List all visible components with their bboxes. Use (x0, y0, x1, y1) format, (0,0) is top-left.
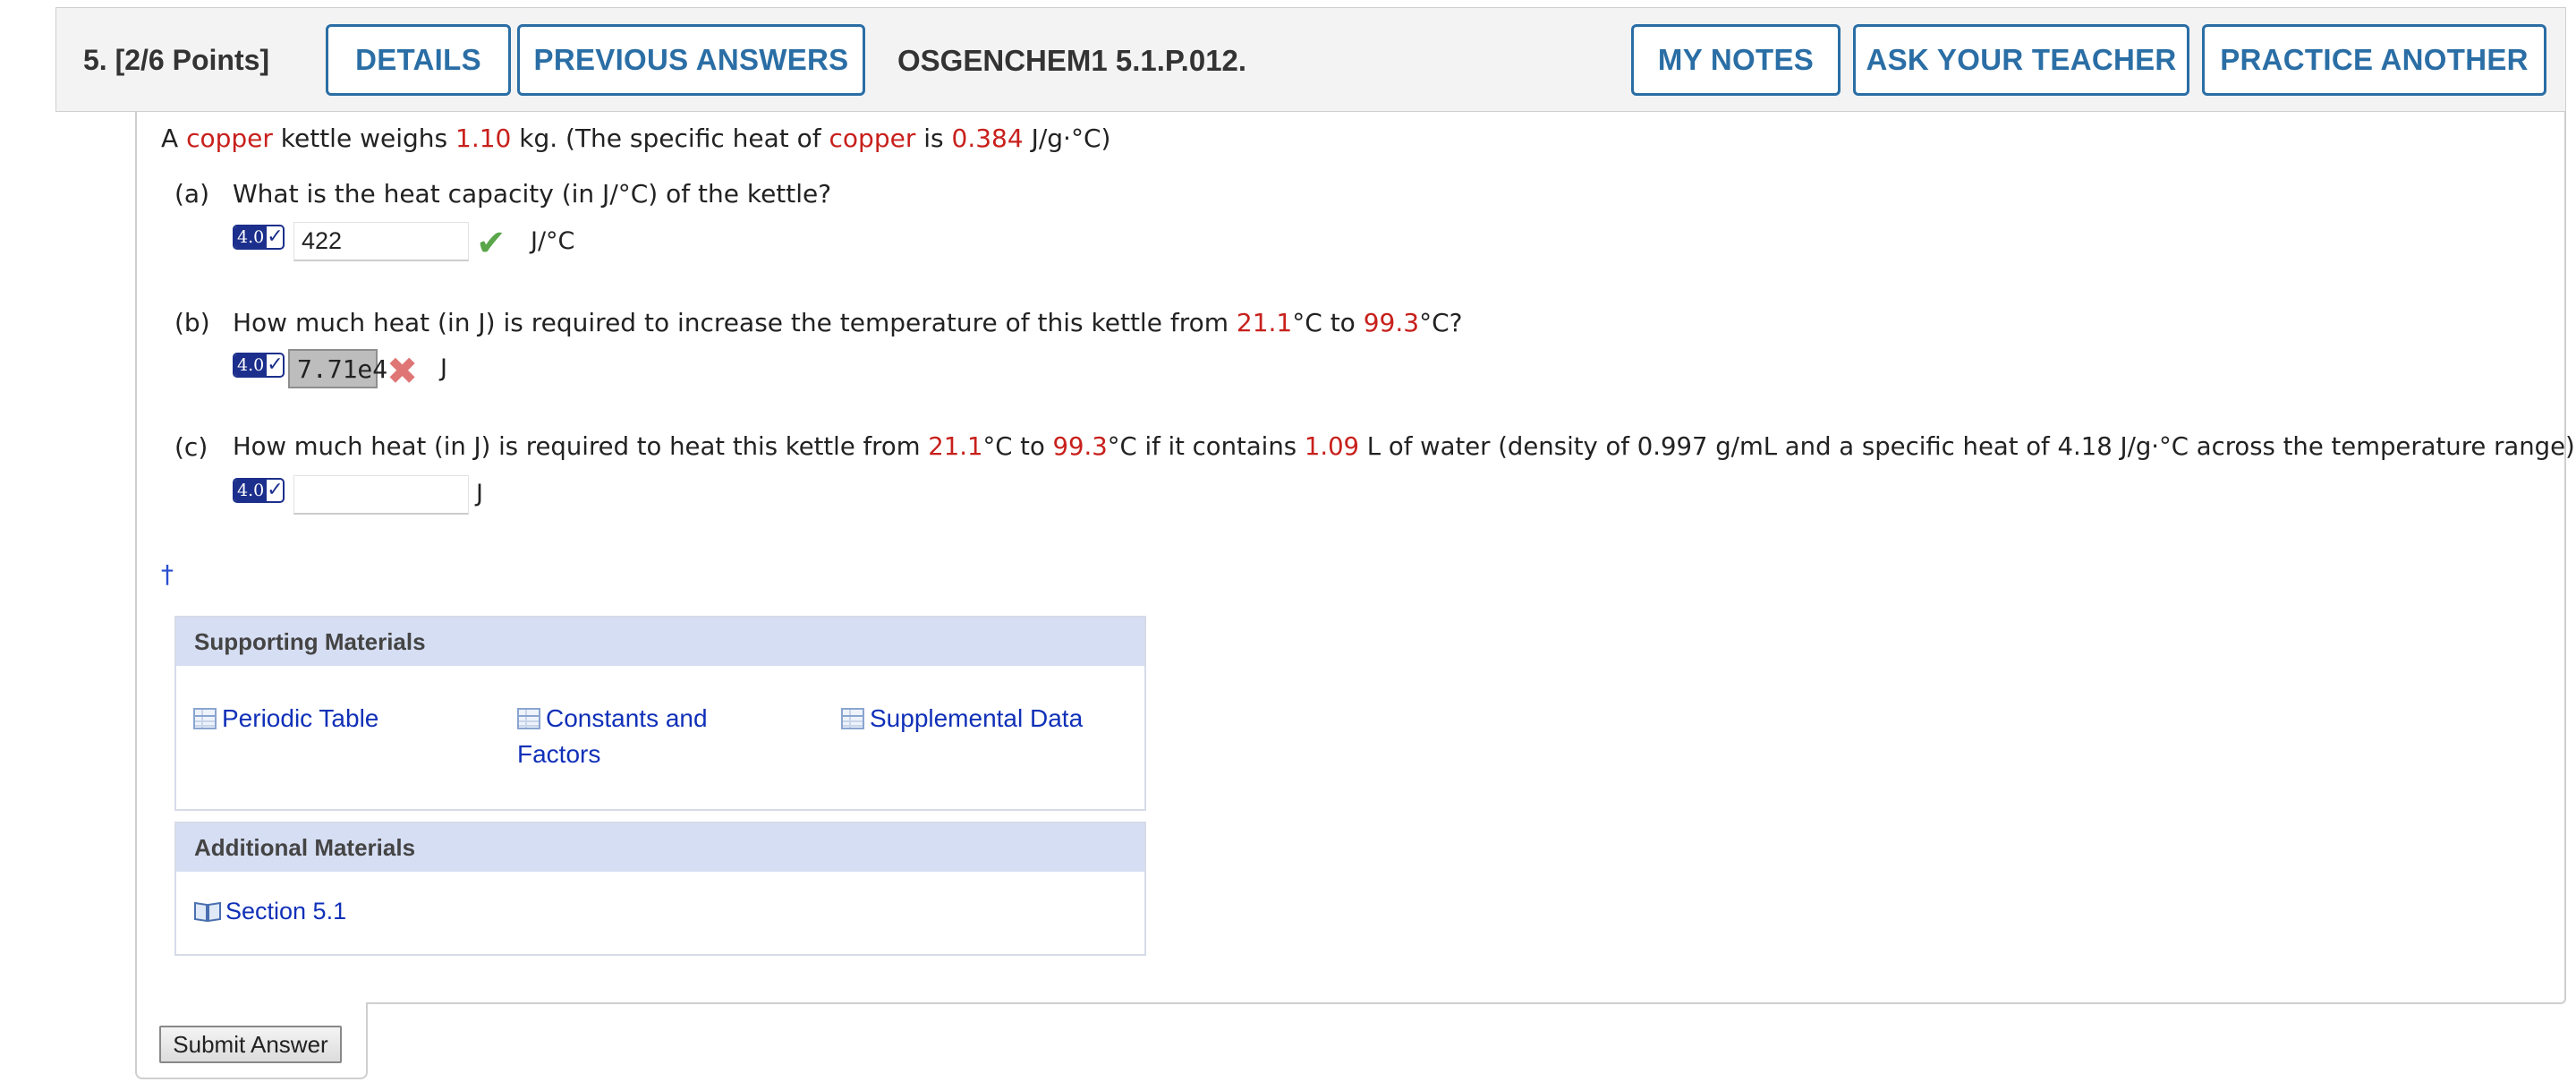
version-number: 4.0 (234, 226, 268, 248)
end-temperature: 99.3 (1052, 432, 1108, 461)
part-b-question: How much heat (in J) is required to incr… (233, 308, 1462, 337)
part-b-unit: J (440, 354, 447, 382)
metal-name: copper (186, 124, 273, 153)
question-code: OSGENCHEM1 5.1.P.012. (897, 44, 1247, 77)
question-text: How much heat (in J) is required to heat… (233, 432, 929, 461)
part-c-question: How much heat (in J) is required to heat… (233, 432, 2576, 461)
correct-check-icon: ✔ (476, 223, 506, 264)
supporting-materials-title: Supporting Materials (176, 618, 1144, 666)
part-c-label: (c) (174, 432, 208, 462)
version-badge: 4.0 ✓ (233, 478, 285, 503)
details-button[interactable]: DETAILS (326, 24, 511, 96)
checkmark-icon: ✓ (267, 479, 284, 501)
constants-and-factors-link[interactable]: Constants and Factors (517, 701, 708, 772)
part-b-label: (b) (174, 308, 210, 337)
ask-your-teacher-button[interactable]: ASK YOUR TEACHER (1853, 24, 2189, 96)
question-number: 5. (83, 44, 107, 76)
intro-text: J/g·°C) (1023, 124, 1111, 153)
checkmark-icon: ✓ (267, 226, 284, 248)
question-points: [2/6 Points] (115, 44, 270, 76)
part-a-question: What is the heat capacity (in J/°C) of t… (233, 179, 832, 209)
part-a-unit: J/°C (531, 227, 575, 255)
part-a-answer-input[interactable]: 422 (293, 222, 469, 261)
intro-text: is (915, 124, 952, 153)
specific-heat-value: 0.384 (951, 124, 1024, 153)
part-a-label: (a) (174, 179, 210, 209)
dagger-footnote-link[interactable]: † (161, 559, 174, 589)
supplemental-data-link[interactable]: Supplemental Data (841, 701, 1083, 737)
question-header: 5. [2/6 Points] DETAILS PREVIOUS ANSWERS… (55, 7, 2566, 112)
part-c-unit: J (476, 480, 483, 507)
end-temperature: 99.3 (1363, 308, 1420, 337)
start-temperature: 21.1 (928, 432, 983, 461)
checkmark-icon: ✓ (267, 354, 284, 376)
part-c-answer-input[interactable] (293, 475, 469, 515)
incorrect-x-icon: ✖ (387, 349, 419, 393)
question-text: °C if it contains (1107, 432, 1305, 461)
link-label: Constants and (546, 704, 708, 732)
question-text: °C to (982, 432, 1053, 461)
submit-answer-button[interactable]: Submit Answer (159, 1026, 342, 1063)
practice-another-button[interactable]: PRACTICE ANOTHER (2202, 24, 2546, 96)
book-icon (193, 897, 222, 933)
version-number: 4.0 (234, 480, 268, 501)
table-icon (193, 708, 217, 729)
link-label: Factors (517, 740, 601, 768)
intro-text: kettle weighs (272, 124, 455, 153)
problem-statement: A copper kettle weighs 1.10 kg. (The spe… (161, 124, 1110, 153)
version-number: 4.0 (234, 354, 268, 376)
additional-materials-panel: Additional Materials (174, 822, 1146, 956)
link-label: Supplemental Data (870, 704, 1084, 732)
question-number-points: 5. [2/6 Points] (83, 8, 269, 113)
intro-text: kg. (The specific heat of (511, 124, 829, 153)
link-label: Section 5.1 (225, 898, 347, 924)
water-volume: 1.09 (1304, 432, 1360, 461)
additional-materials-title: Additional Materials (176, 823, 1144, 872)
table-icon (841, 708, 864, 729)
table-icon (517, 708, 540, 729)
kettle-mass: 1.10 (455, 124, 512, 153)
question-text: How much heat (in J) is required to incr… (233, 308, 1237, 337)
question-text: °C? (1419, 308, 1463, 337)
intro-text: A (161, 124, 187, 153)
version-badge: 4.0 ✓ (233, 225, 285, 250)
periodic-table-link[interactable]: Periodic Table (193, 701, 378, 737)
question-text: °C to (1292, 308, 1364, 337)
start-temperature: 21.1 (1236, 308, 1293, 337)
previous-answers-button[interactable]: PREVIOUS ANSWERS (517, 24, 865, 96)
my-notes-button[interactable]: MY NOTES (1631, 24, 1841, 96)
version-badge: 4.0 ✓ (233, 353, 285, 378)
part-b-answer-input[interactable]: 7.71e4 (288, 349, 387, 388)
metal-name: copper (829, 124, 916, 153)
link-label: Periodic Table (222, 704, 379, 732)
section-link[interactable]: Section 5.1 (193, 893, 346, 933)
question-text: L of water (density of 0.997 g/mL and a … (1359, 432, 2576, 461)
